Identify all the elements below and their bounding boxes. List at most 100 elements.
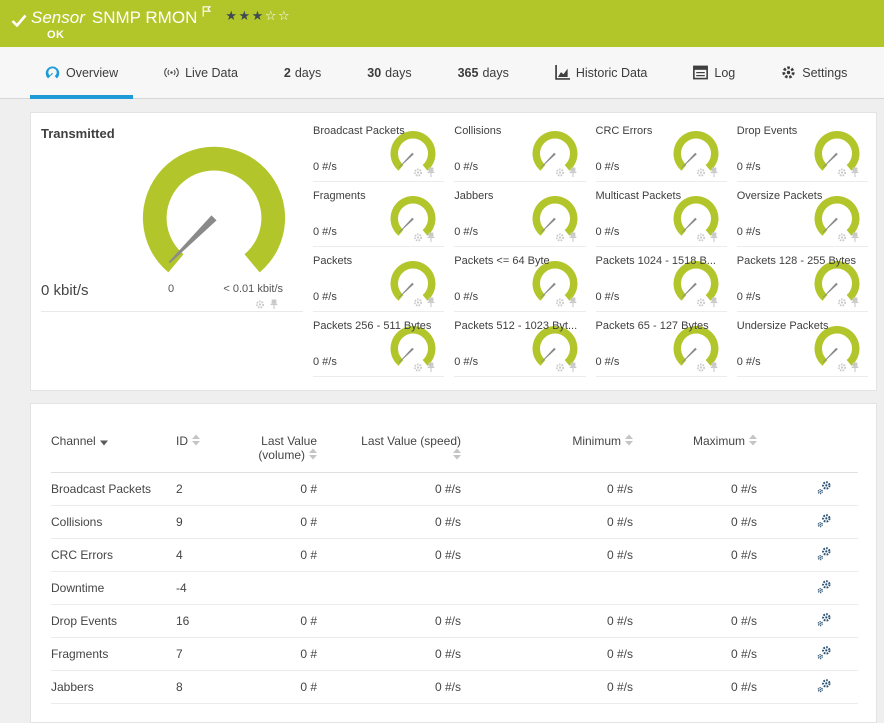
channel-settings-button[interactable] xyxy=(817,480,832,495)
cell-maximum: 0 #/s xyxy=(661,472,791,506)
column-header-minimum[interactable]: Minimum xyxy=(501,432,661,473)
pin-icon[interactable] xyxy=(850,232,860,243)
gear-icon[interactable] xyxy=(837,232,847,243)
channel-settings-button[interactable] xyxy=(817,546,832,561)
tab-label: Overview xyxy=(66,65,119,80)
pin-icon[interactable] xyxy=(568,362,578,373)
channel-gauge-title: Fragments xyxy=(313,190,366,202)
cell-last-value-speed xyxy=(351,571,501,605)
channel-gauge-value: 0 #/s xyxy=(313,226,337,238)
pin-icon[interactable] xyxy=(850,167,860,178)
channel-gauge-title: Broadcast Packets xyxy=(313,125,405,137)
channel-settings-button[interactable] xyxy=(817,645,832,660)
gear-icon[interactable] xyxy=(837,362,847,373)
tab-settings[interactable]: Settings xyxy=(766,47,862,98)
cell-last-value-volume: 0 # xyxy=(256,538,351,572)
pin-icon[interactable] xyxy=(426,297,436,308)
flag-icon[interactable] xyxy=(202,6,212,17)
gear-icon[interactable] xyxy=(555,167,565,178)
sensor-name: SNMP RMON xyxy=(91,8,198,27)
cell-maximum: 0 #/s xyxy=(661,538,791,572)
live-icon xyxy=(164,65,179,80)
cell-last-value-volume: 0 # xyxy=(256,472,351,506)
channel-settings-button[interactable] xyxy=(817,579,832,594)
gear-icon[interactable] xyxy=(696,362,706,373)
channel-gauge-value: 0 #/s xyxy=(736,356,761,368)
column-header-id[interactable]: ID xyxy=(176,432,256,473)
pin-icon[interactable] xyxy=(709,362,719,373)
column-header-channel[interactable]: Channel xyxy=(51,432,176,473)
pin-icon[interactable] xyxy=(568,167,578,178)
channel-gauge-title: Packets 128 - 255 Bytes xyxy=(736,255,856,267)
tab-label: days xyxy=(482,65,509,80)
channel-settings-button[interactable] xyxy=(817,612,832,627)
channel-gauge-value: 0 #/s xyxy=(454,356,479,368)
gear-icon[interactable] xyxy=(696,232,706,243)
channel-gauge-value: 0 #/s xyxy=(313,356,337,368)
cell-last-value-speed: 0 #/s xyxy=(351,637,501,671)
gear-icon[interactable] xyxy=(413,167,423,178)
gear-icon[interactable] xyxy=(696,297,706,308)
table-row: Collisions 9 0 #0 #/s 0 #/s 0 #/s xyxy=(51,505,858,539)
gauge-min-label: 0 xyxy=(167,283,175,295)
cell-last-value-volume xyxy=(256,571,351,605)
pin-icon[interactable] xyxy=(269,299,279,310)
tab-log[interactable]: Log xyxy=(678,47,750,98)
gear-icon[interactable] xyxy=(555,232,565,243)
gear-icon[interactable] xyxy=(696,167,706,178)
pin-icon[interactable] xyxy=(709,232,719,243)
pin-icon[interactable] xyxy=(709,297,719,308)
table-body: Broadcast Packets 2 0 #0 #/s 0 #/s 0 #/s Coll… xyxy=(51,472,858,704)
cell-maximum: 0 #/s xyxy=(661,637,791,671)
gear-icon[interactable] xyxy=(413,232,423,243)
channel-gauge-cell: Packets 1024 - 1518 B... 0 #/s xyxy=(595,247,727,312)
cell-last-value-volume: 0 # xyxy=(256,505,351,539)
table-row: Drop Events 16 0 #0 #/s 0 #/s 0 #/s xyxy=(51,604,858,638)
channel-gauge-value: 0 #/s xyxy=(736,291,761,303)
gear-icon xyxy=(781,65,796,80)
sensor-kind-label: Sensor xyxy=(31,8,85,27)
gear-icon[interactable] xyxy=(555,297,565,308)
gear-icon[interactable] xyxy=(837,167,847,178)
gear-icon[interactable] xyxy=(255,299,265,310)
column-header-last-value-speed[interactable]: Last Value (speed) xyxy=(351,432,501,473)
cell-last-value-speed: 0 #/s xyxy=(351,604,501,638)
tab-overview[interactable]: Overview xyxy=(30,47,134,99)
pin-icon[interactable] xyxy=(850,297,860,308)
tab-365-days[interactable]: 365 days xyxy=(443,47,524,98)
tab-2-days[interactable]: 2 days xyxy=(269,47,336,98)
channel-gauge-value: 0 #/s xyxy=(313,161,337,173)
column-header-maximum[interactable]: Maximum xyxy=(661,432,791,473)
column-label: Maximum xyxy=(692,434,745,448)
column-header-last-value-volume[interactable]: Last Value (volume) xyxy=(256,432,351,473)
pin-icon[interactable] xyxy=(709,167,719,178)
pin-icon[interactable] xyxy=(426,362,436,373)
pin-icon[interactable] xyxy=(850,362,860,373)
pin-icon[interactable] xyxy=(568,297,578,308)
gauge-icon xyxy=(45,65,60,80)
channel-settings-button[interactable] xyxy=(817,513,832,528)
channel-gauge-cell: Packets 512 - 1023 Byt... 0 #/s xyxy=(454,312,586,377)
gear-icon[interactable] xyxy=(555,362,565,373)
channel-gauge-title: Undersize Packets xyxy=(736,320,829,332)
pin-icon[interactable] xyxy=(568,232,578,243)
tab-label: days xyxy=(294,65,322,80)
pin-icon[interactable] xyxy=(426,232,436,243)
channel-settings-button[interactable] xyxy=(817,678,832,693)
table-row: Broadcast Packets 2 0 #0 #/s 0 #/s 0 #/s xyxy=(51,472,858,506)
cell-settings xyxy=(791,505,858,539)
pin-icon[interactable] xyxy=(426,167,436,178)
cell-id: 7 xyxy=(176,637,256,671)
gear-icon[interactable] xyxy=(837,297,847,308)
gear-icon[interactable] xyxy=(413,362,423,373)
tab-30-days[interactable]: 30 days xyxy=(352,47,426,98)
divider xyxy=(41,311,303,312)
tab-live-data[interactable]: Live Data xyxy=(149,47,253,98)
channel-gauge-value: 0 #/s xyxy=(595,226,620,238)
table-row: Jabbers 8 0 #0 #/s 0 #/s 0 #/s xyxy=(51,670,858,704)
tab-historic-data[interactable]: Historic Data xyxy=(540,47,663,98)
channel-gauge-cell: Packets <= 64 Byte 0 #/s xyxy=(454,247,586,312)
cell-settings xyxy=(791,670,858,704)
priority-stars[interactable]: ★★★☆☆ xyxy=(225,9,291,24)
gear-icon[interactable] xyxy=(413,297,423,308)
